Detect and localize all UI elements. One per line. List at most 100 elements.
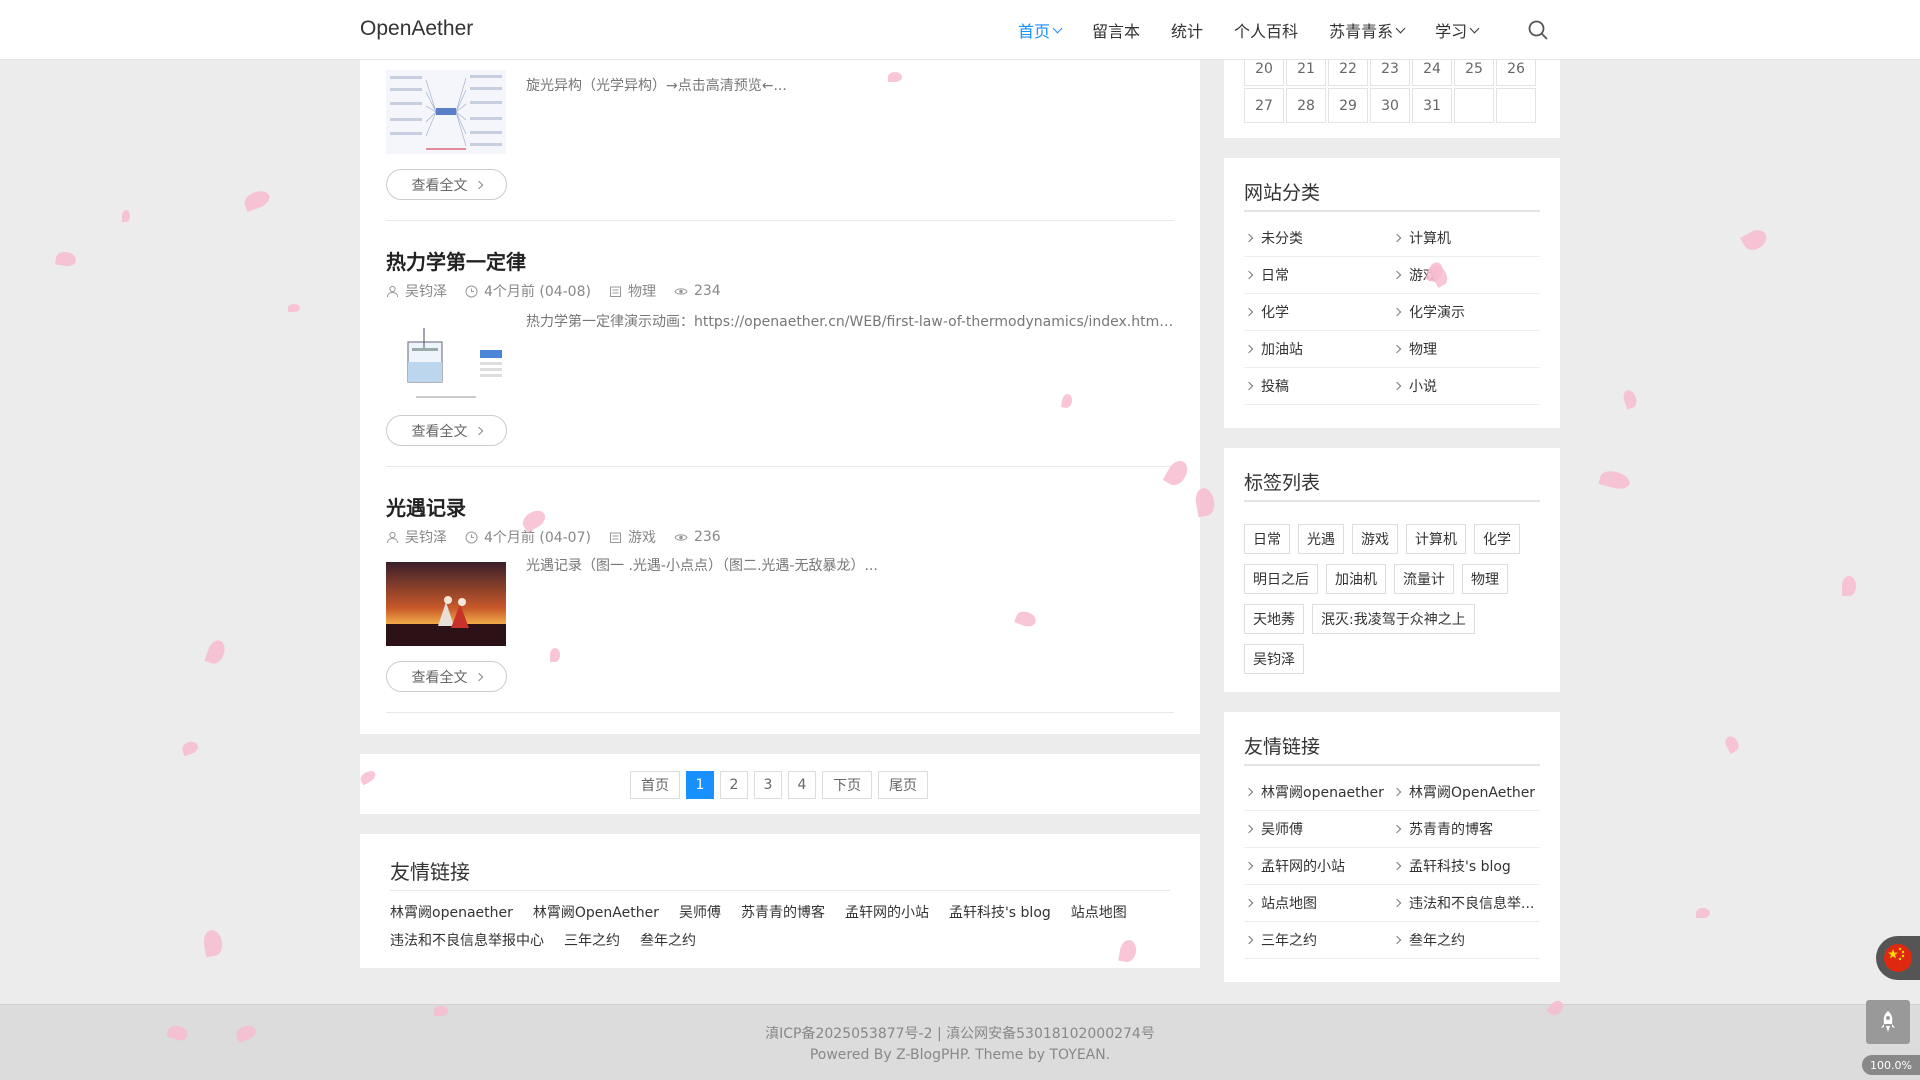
friend-link[interactable]: 三年之约 <box>1244 922 1392 958</box>
nav-item-stats[interactable]: 统计 <box>1171 18 1203 42</box>
friend-link[interactable]: 站点地图 <box>1071 902 1127 922</box>
list-item: 热力学第一定律 吴钧泽 4个月前 (04-08) 物理 234 热力学第一定律演… <box>386 246 1174 446</box>
category-item[interactable]: 化学 <box>1244 294 1392 330</box>
friend-link[interactable]: 违法和不良信息举报中心 <box>390 930 544 950</box>
friend-link[interactable]: 违法和不良信息举... <box>1392 885 1540 921</box>
tag-item[interactable]: 物理 <box>1462 564 1508 594</box>
link-label: 叁年之约 <box>1409 933 1465 949</box>
post-title[interactable]: 热力学第一定律 <box>386 246 1174 276</box>
tag-item[interactable]: 泯灭:我凌驾于众神之上 <box>1312 604 1475 634</box>
page-button[interactable]: 1 <box>686 771 714 799</box>
language-switch-button[interactable] <box>1876 936 1920 980</box>
post-author: 吴钧泽 <box>386 281 447 301</box>
chevron-right-icon <box>474 426 483 435</box>
friend-link[interactable]: 孟轩科技's blog <box>949 902 1051 922</box>
back-to-top-button[interactable] <box>1866 1000 1910 1044</box>
nav-label: 个人百科 <box>1234 22 1299 41</box>
post-category[interactable]: 物理 <box>609 281 656 301</box>
friend-link[interactable]: 林霄阙OpenAether <box>533 902 659 922</box>
tag-cloud: 日常 光遇 游戏 计算机 化学 明日之后 加油机 流量计 物理 天地莠 泯灭:我… <box>1244 524 1544 684</box>
nav-item-wiki[interactable]: 个人百科 <box>1234 18 1298 42</box>
friend-link[interactable]: 苏青青的博客 <box>741 902 825 922</box>
friend-link[interactable]: 三年之约 <box>564 930 620 950</box>
tag-item[interactable]: 流量计 <box>1394 564 1454 594</box>
calendar-day[interactable]: 28 <box>1286 88 1326 123</box>
post-thumbnail[interactable] <box>386 324 506 408</box>
category-item[interactable]: 游戏 <box>1392 257 1540 293</box>
read-more-button[interactable]: 查看全文 <box>386 169 507 200</box>
tag-item[interactable]: 吴钧泽 <box>1244 644 1304 674</box>
post-thumbnail[interactable] <box>386 562 506 646</box>
icp-record[interactable]: 滇ICP备2025053877号-2 | 滇公网安备53018102000274… <box>0 1023 1920 1043</box>
tag-item[interactable]: 日常 <box>1244 524 1290 554</box>
search-icon[interactable] <box>1528 20 1548 40</box>
nav-item-suqingqing[interactable]: 苏青青系 <box>1329 18 1406 42</box>
category-item[interactable]: 化学演示 <box>1392 294 1540 330</box>
friend-link[interactable]: 林霄阙openaether <box>390 902 513 922</box>
tag-item[interactable]: 光遇 <box>1298 524 1344 554</box>
page-first-button[interactable]: 首页 <box>630 771 680 799</box>
link-label: 站点地图 <box>1261 896 1317 912</box>
nav-label: 学习 <box>1435 22 1468 41</box>
friend-links-side: 友情链接 林霄阙openaether 林霄阙OpenAether 吴师傅 苏青青… <box>1224 712 1560 982</box>
page-next-button[interactable]: 下页 <box>822 771 872 799</box>
friend-link[interactable]: 孟轩网的小站 <box>1244 848 1392 884</box>
tag-item[interactable]: 化学 <box>1474 524 1520 554</box>
tag-item[interactable]: 游戏 <box>1352 524 1398 554</box>
category-text: 物理 <box>627 284 656 300</box>
site-logo[interactable]: OpenAether <box>360 17 473 41</box>
petal-decoration <box>1722 734 1742 754</box>
post-thumbnail[interactable] <box>386 70 506 154</box>
friend-link[interactable]: 林霄阙OpenAether <box>1392 774 1540 810</box>
tag-item[interactable]: 加油机 <box>1326 564 1386 594</box>
eye-icon <box>674 533 688 541</box>
friend-link[interactable]: 叁年之约 <box>640 930 696 950</box>
author-name: 吴钧泽 <box>405 284 447 300</box>
category-item[interactable]: 加油站 <box>1244 331 1392 367</box>
tag-item[interactable]: 天地莠 <box>1244 604 1304 634</box>
page-last-button[interactable]: 尾页 <box>878 771 928 799</box>
category-item[interactable]: 未分类 <box>1244 220 1392 256</box>
calendar-day-empty <box>1454 88 1494 123</box>
post-category[interactable]: 游戏 <box>609 527 656 547</box>
calendar-day[interactable]: 27 <box>1244 88 1284 123</box>
views-count: 236 <box>693 529 721 545</box>
friend-link[interactable]: 叁年之约 <box>1392 922 1540 958</box>
category-item[interactable]: 投稿 <box>1244 368 1392 404</box>
page-button[interactable]: 4 <box>788 771 816 799</box>
tag-item[interactable]: 明日之后 <box>1244 564 1318 594</box>
page-button[interactable]: 2 <box>720 771 748 799</box>
friend-link[interactable]: 吴师傅 <box>1244 811 1392 847</box>
chevron-right-icon <box>1244 898 1254 908</box>
friend-link[interactable]: 孟轩科技's blog <box>1392 848 1540 884</box>
nav-item-guestbook[interactable]: 留言本 <box>1092 18 1140 42</box>
calendar-day[interactable]: 31 <box>1412 88 1452 123</box>
friend-link[interactable]: 吴师傅 <box>679 902 721 922</box>
link-label: 吴师傅 <box>1261 822 1303 838</box>
nav-item-home[interactable]: 首页 <box>1018 18 1063 42</box>
chevron-right-icon <box>1244 381 1254 391</box>
read-more-button[interactable]: 查看全文 <box>386 415 507 446</box>
category-item[interactable]: 物理 <box>1392 331 1540 367</box>
calendar-day[interactable]: 29 <box>1328 88 1368 123</box>
divider <box>386 466 1174 467</box>
category-item[interactable]: 日常 <box>1244 257 1392 293</box>
post-time: 4个月前 (04-08) <box>465 281 591 301</box>
friend-link[interactable]: 苏青青的博客 <box>1392 811 1540 847</box>
friend-link[interactable]: 孟轩网的小站 <box>845 902 929 922</box>
divider <box>1244 764 1540 766</box>
category-item[interactable]: 小说 <box>1392 368 1540 404</box>
calendar-day[interactable]: 30 <box>1370 88 1410 123</box>
chevron-right-icon <box>1392 898 1402 908</box>
section-title: 友情链接 <box>390 860 470 884</box>
friend-link[interactable]: 站点地图 <box>1244 885 1392 921</box>
post-title[interactable]: 光遇记录 <box>386 492 1174 522</box>
page-button[interactable]: 3 <box>754 771 782 799</box>
read-more-label: 查看全文 <box>411 423 468 440</box>
friend-link[interactable]: 林霄阙openaether <box>1244 774 1392 810</box>
read-more-button[interactable]: 查看全文 <box>386 661 507 692</box>
category-item[interactable]: 计算机 <box>1392 220 1540 256</box>
category-label: 化学演示 <box>1409 305 1465 321</box>
nav-item-study[interactable]: 学习 <box>1435 18 1480 42</box>
tag-item[interactable]: 计算机 <box>1406 524 1466 554</box>
